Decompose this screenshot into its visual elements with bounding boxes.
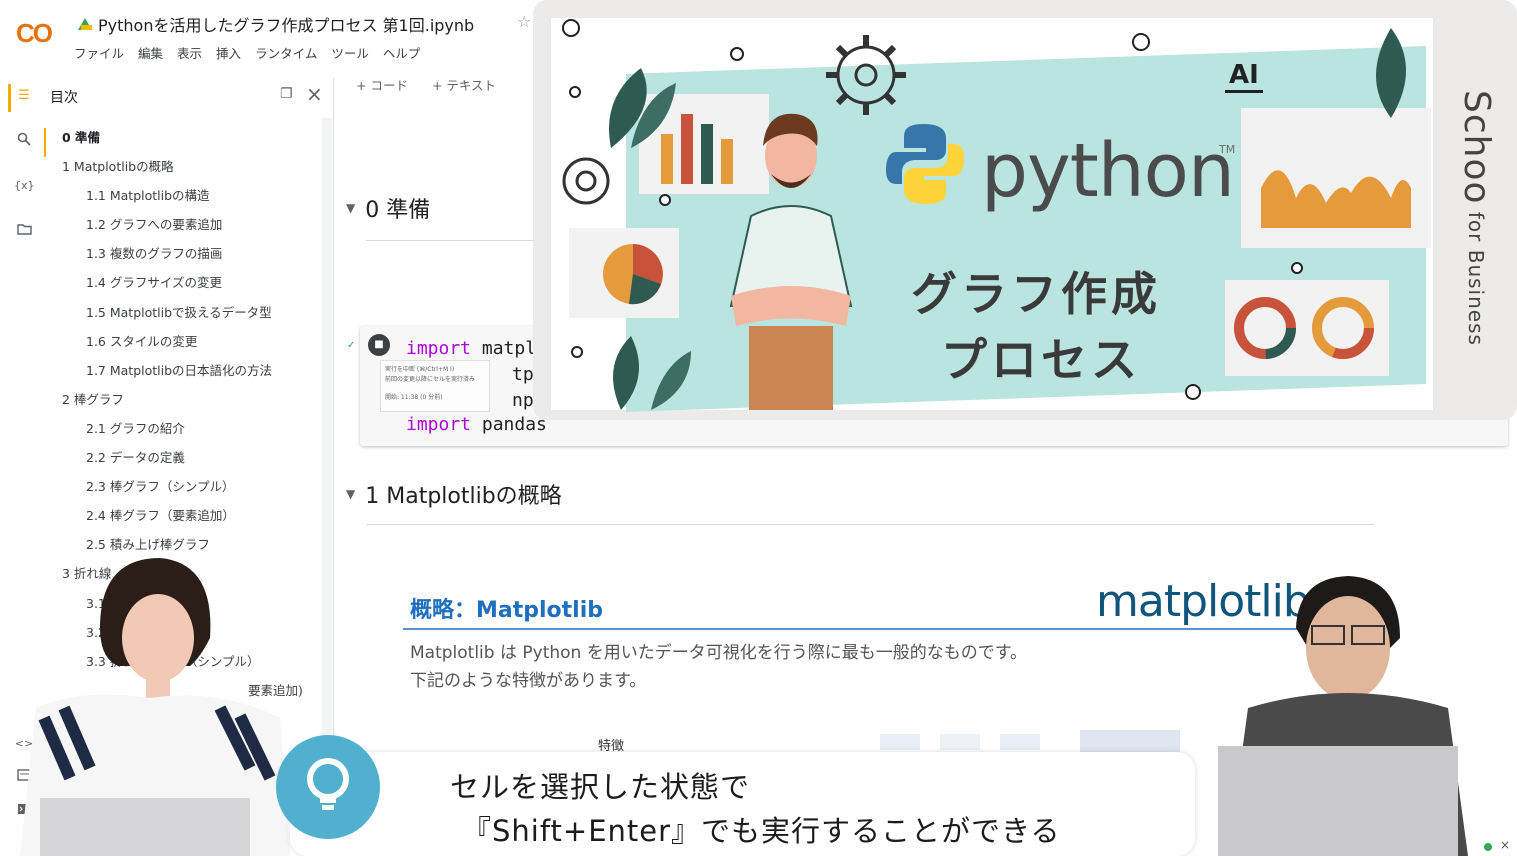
slide-title: 概略：Matplotlib [410,598,604,623]
close-icon[interactable]: × [306,82,323,106]
course-banner: python TM グラフ作成 プロセス AI Schoo for Busine… [533,0,1517,420]
toc-scrollbar[interactable] [322,118,332,818]
toc-item[interactable]: 1.1 Matplotlibの構造 [44,186,324,215]
slide-text-1: Matplotlib は Python を用いたデータ可視化を行う際に最も一般的… [410,643,1028,663]
run-tooltip: 実行を中断 (⌘/Ctrl+M I) 前回の変更以降にセルを実行済み 開始: 1… [380,360,490,412]
search-icon[interactable] [14,132,34,152]
menu-bar: ファイル 編集 表示 挿入 ランタイム ツール ヘルプ [74,43,420,62]
section-heading-text: 1 Matplotlibの概略 [365,484,562,509]
toc-item[interactable]: 1.2 グラフへの要素追加 [44,215,324,244]
slide-divider [403,628,1303,630]
folder-icon[interactable] [14,222,34,242]
schoo-brand-sub: for Business [1464,204,1488,346]
toc-item[interactable]: 0 準備 [44,128,324,158]
rail-active-indicator [8,84,11,112]
section-heading-text: 0 準備 [365,198,431,223]
toc-item[interactable]: 2.3 棒グラフ（シンプル） [44,477,324,506]
status-dot [1484,843,1492,851]
circle-decorations [562,19,1303,400]
run-cell-button[interactable]: ■ [368,334,390,356]
toc-item[interactable]: 1.6 スタイルの変更 [44,332,324,361]
chart-thumbnails [880,730,1180,754]
caption-line-1: セルを選択した状態で [450,770,751,804]
caption-line-2: 『Shift+Enter』でも実行することができる [462,814,1061,848]
notebook-toolbar: + コード + テキスト [356,75,496,94]
toc-item[interactable]: 1.5 Matplotlibで扱えるデータ型 [44,303,324,332]
add-text-button[interactable]: + テキスト [432,75,496,94]
tooltip-text: 開始: 11:38 (0 分前) [385,394,443,401]
slide-text-2: 下記のような特徴があります。 [410,671,647,691]
divider [366,240,536,241]
menu-runtime[interactable]: ランタイム [255,43,317,62]
menu-insert[interactable]: 挿入 [216,43,241,62]
toc-item[interactable]: 2 棒グラフ [44,390,324,419]
executed-check-icon: ✓ [347,340,356,351]
presenter-left [20,558,290,856]
section-heading-matplotlib[interactable]: ▼ 1 Matplotlibの概略 [346,478,562,510]
toc-item[interactable]: 1.3 複数のグラフの描画 [44,244,324,273]
toc-item[interactable]: 2.4 棒グラフ（要素追加） [44,506,324,535]
toc-item[interactable]: 2.2 データの定義 [44,448,324,477]
lightbulb-icon [276,735,380,839]
code-line-4: import pandas [406,414,547,435]
section-heading-prep[interactable]: ▼ 0 準備 [346,192,430,224]
banner-artwork: python TM グラフ作成 プロセス AI [551,18,1433,412]
code-line-3: np [512,390,534,411]
screen: { "app": { "logo": "CO", "notebook_title… [0,0,1517,856]
schoo-brand-text: Schoo [1456,90,1497,205]
menu-tools[interactable]: ツール [331,43,369,62]
variables-icon[interactable]: {x} [14,176,35,196]
add-code-button[interactable]: + コード [356,75,408,94]
collapse-icon[interactable]: ▼ [346,201,355,215]
presenter-right [1218,576,1468,856]
tooltip-text: 前回の変更以降にセルを実行済み [385,376,476,383]
notebook-title[interactable]: Pythonを活用したグラフ作成プロセス 第1回.ipynb [78,12,474,36]
toc-item[interactable]: 2.1 グラフの紹介 [44,419,324,448]
toc-item[interactable]: 1 Matplotlibの概略 [44,157,324,186]
star-icon[interactable]: ☆ [517,12,531,31]
toc-item[interactable]: 1.4 グラフサイズの変更 [44,273,324,302]
code-line-1: import matpl [406,338,537,359]
divider [366,524,1374,525]
menu-view[interactable]: 表示 [177,43,202,62]
drive-icon [78,18,92,30]
tooltip-text: 実行を中断 (⌘/Ctrl+M I) [385,366,455,373]
colab-logo[interactable]: CO [16,18,53,49]
menu-edit[interactable]: 編集 [138,43,163,62]
collapse-icon[interactable]: ▼ [346,487,355,501]
menu-file[interactable]: ファイル [74,43,124,62]
menu-help[interactable]: ヘルプ [383,43,421,62]
toc-item[interactable]: 1.7 Matplotlibの日本語化の方法 [44,361,324,390]
schoo-brand: Schoo for Business [1456,90,1497,390]
notebook-title-text[interactable]: Pythonを活用したグラフ作成プロセス 第1回.ipynb [98,12,474,36]
toc-icon[interactable]: ☰ [14,86,34,106]
close-icon[interactable]: × [1500,838,1510,852]
open-in-window-icon[interactable]: ❐ [280,86,293,102]
toc-title: 目次 [50,90,78,106]
